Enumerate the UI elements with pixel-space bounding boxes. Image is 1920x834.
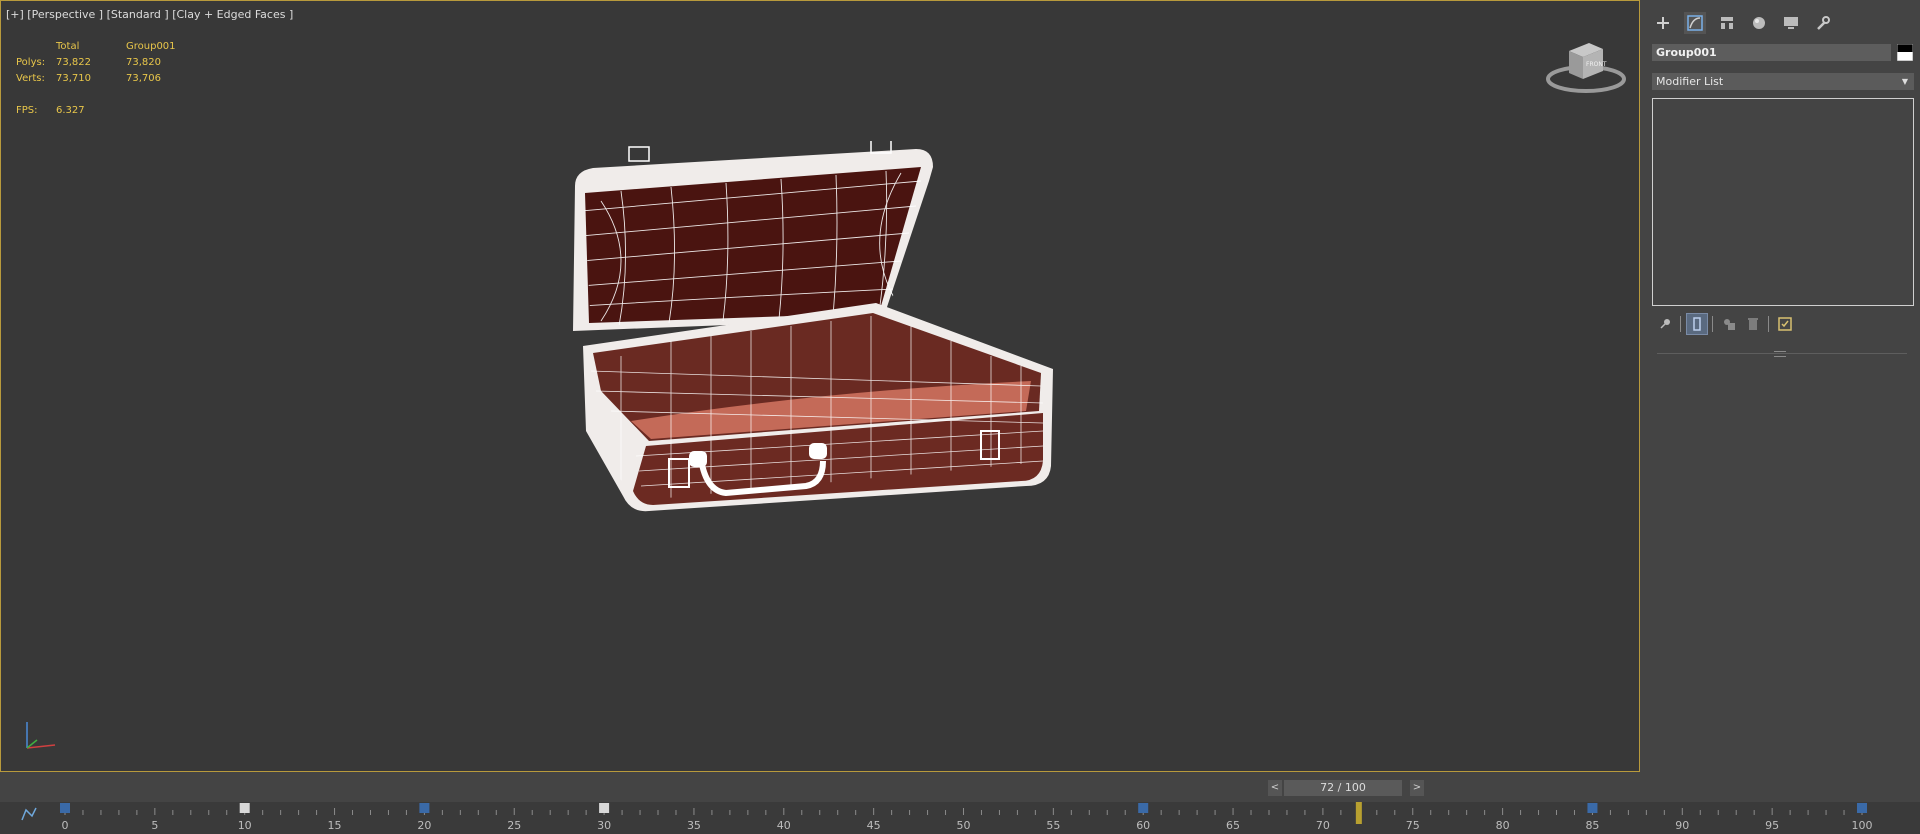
remove-modifier-icon[interactable] bbox=[1743, 314, 1763, 334]
modify-tab-curve-icon[interactable] bbox=[1684, 12, 1706, 34]
hierarchy-tab-icon[interactable] bbox=[1716, 12, 1738, 34]
timeline-tick-label: 50 bbox=[957, 819, 971, 832]
stack-tool-separator bbox=[1768, 316, 1769, 332]
stats-verts-total: 73,710 bbox=[56, 73, 91, 84]
timeline-tick-label: 90 bbox=[1675, 819, 1689, 832]
current-frame-marker[interactable] bbox=[1355, 802, 1362, 824]
modifier-list-label: Modifier List bbox=[1656, 75, 1724, 88]
timeline-tick-label: 70 bbox=[1316, 819, 1330, 832]
time-slider-thumb[interactable]: 72 / 100 bbox=[1284, 780, 1402, 796]
viewcube-widget[interactable]: FRONT bbox=[1545, 35, 1627, 97]
viewcube-face-label: FRONT bbox=[1586, 61, 1607, 68]
time-slider-area: < 72 / 100 > 0 5 10 15 20 25 30 35 40 45 50 55 60 65 7… bbox=[0, 772, 1920, 834]
motion-tab-sphere-icon[interactable] bbox=[1748, 12, 1770, 34]
timeline-tick-label: 10 bbox=[238, 819, 252, 832]
timeline-tick-label: 5 bbox=[151, 819, 158, 832]
configure-sets-icon[interactable] bbox=[1775, 314, 1795, 334]
viewport-label-menu[interactable]: [+] [Perspective ] [Standard ] [Clay + E… bbox=[6, 8, 293, 21]
keyframe-marker[interactable] bbox=[1587, 803, 1598, 813]
stack-tool-separator bbox=[1680, 316, 1681, 332]
utilities-tab-wrench-icon[interactable] bbox=[1812, 12, 1834, 34]
axis-tripod-icon bbox=[26, 722, 56, 749]
keyframe-marker[interactable] bbox=[1138, 803, 1149, 813]
lid-hinge-left bbox=[628, 146, 650, 162]
timeline-tick-label: 85 bbox=[1585, 819, 1599, 832]
timeline-tick-label: 20 bbox=[417, 819, 431, 832]
timeline-tick-label: 55 bbox=[1046, 819, 1060, 832]
stats-polys-label: Polys: bbox=[16, 57, 46, 68]
time-slider-prev-button[interactable]: < bbox=[1268, 780, 1282, 796]
keyframe-marker[interactable] bbox=[1857, 803, 1867, 813]
create-tab-plus-icon[interactable] bbox=[1652, 12, 1674, 34]
make-unique-icon[interactable] bbox=[1719, 314, 1739, 334]
timeline-tick-label: 40 bbox=[777, 819, 791, 832]
stats-polys-total: 73,822 bbox=[56, 57, 91, 68]
modifier-list-dropdown[interactable]: Modifier List ▼ bbox=[1652, 73, 1914, 90]
time-slider-next-button[interactable]: > bbox=[1410, 780, 1424, 796]
timeline-tick-label: 75 bbox=[1406, 819, 1420, 832]
timeline-tick-label: 80 bbox=[1496, 819, 1510, 832]
lid-interior bbox=[585, 167, 921, 323]
show-end-result-icon[interactable] bbox=[1686, 313, 1708, 335]
timeline-tick-label: 45 bbox=[867, 819, 881, 832]
perspective-viewport[interactable]: [+] [Perspective ] [Standard ] [Clay + E… bbox=[0, 0, 1640, 772]
stats-verts-label: Verts: bbox=[16, 73, 45, 84]
timeline-tick-label: 60 bbox=[1136, 819, 1150, 832]
suitcase-wireframe-model[interactable] bbox=[561, 141, 1061, 611]
stats-fps-label: FPS: bbox=[16, 105, 38, 116]
timeline-tick-label: 100 bbox=[1852, 819, 1873, 832]
display-tab-monitor-icon[interactable] bbox=[1780, 12, 1802, 34]
timeline-tick-label: 30 bbox=[597, 819, 611, 832]
keyframe-marker[interactable] bbox=[239, 803, 250, 813]
timeline-tick-label: 95 bbox=[1765, 819, 1779, 832]
object-name-input[interactable] bbox=[1652, 44, 1891, 61]
object-color-swatch[interactable] bbox=[1897, 44, 1913, 61]
rollout-resize-grip[interactable] bbox=[1774, 351, 1786, 357]
stats-group-header: Group001 bbox=[126, 41, 176, 52]
chevron-down-icon: ▼ bbox=[1901, 77, 1908, 86]
timeline-tick-label: 0 bbox=[62, 819, 69, 832]
handle-mount-right bbox=[809, 443, 827, 459]
keyframe-marker[interactable] bbox=[60, 803, 70, 813]
command-panel: Modifier List ▼ bbox=[1647, 0, 1920, 772]
keyframe-marker[interactable] bbox=[599, 803, 610, 813]
handle-mount-left bbox=[689, 451, 707, 467]
timeline-tick-label: 15 bbox=[328, 819, 342, 832]
track-bar[interactable]: 0 5 10 15 20 25 30 35 40 45 50 55 60 65 70 75 80 85 90 95 10… bbox=[0, 802, 1920, 834]
timeline-tick-label: 25 bbox=[507, 819, 521, 832]
keyframe-marker[interactable] bbox=[419, 803, 430, 813]
stack-tool-separator bbox=[1712, 316, 1713, 332]
timeline-tick-label: 35 bbox=[687, 819, 701, 832]
stats-fps-value: 6.327 bbox=[56, 105, 85, 116]
stats-polys-group: 73,820 bbox=[126, 57, 161, 68]
timeline-tick-label: 65 bbox=[1226, 819, 1240, 832]
stats-verts-group: 73,706 bbox=[126, 73, 161, 84]
pin-stack-icon[interactable] bbox=[1655, 314, 1675, 334]
stats-total-header: Total bbox=[56, 41, 80, 52]
modifier-stack-list[interactable] bbox=[1652, 98, 1914, 306]
